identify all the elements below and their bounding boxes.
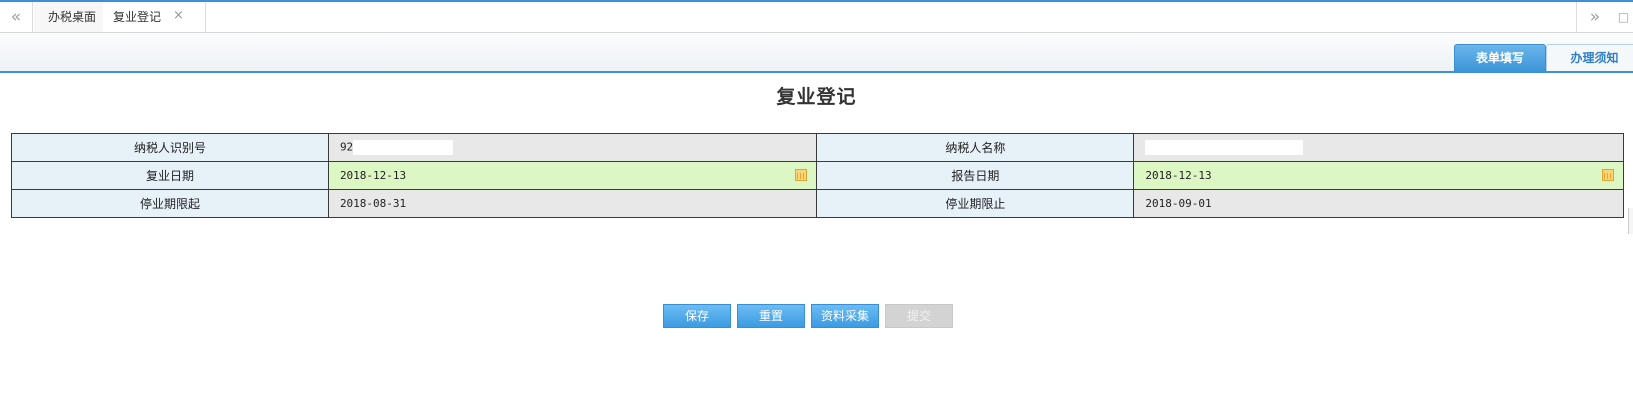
submit-button[interactable]: 提交 [885, 304, 953, 328]
collect-materials-button[interactable]: 资料采集 [811, 304, 879, 328]
tab-resume-registration[interactable]: 复业登记 × [103, 2, 206, 32]
suspension-start-value: 2018-08-31 [339, 197, 407, 210]
resume-date-label: 复业日期 [11, 161, 329, 190]
resume-date-value: 2018-12-13 [339, 169, 407, 182]
tab-bar: « 办税桌面 复业登记 × » □ [0, 2, 1633, 33]
taxpayer-id-value: 92 [339, 140, 354, 154]
resume-date-field[interactable]: 2018-12-13 [327, 161, 818, 190]
tab-form-fill[interactable]: 表单填写 [1454, 44, 1546, 72]
suspension-start-field: 2018-08-31 [327, 189, 818, 218]
scroll-tabs-right-icon[interactable]: » [1576, 2, 1613, 32]
suspension-end-value: 2018-09-01 [1145, 197, 1212, 210]
tab-label: 复业登记 [113, 10, 162, 24]
reset-button[interactable]: 重置 [737, 304, 805, 328]
save-button[interactable]: 保存 [663, 304, 731, 328]
form-panel [0, 71, 1633, 395]
calendar-icon[interactable] [795, 169, 808, 181]
suspension-end-field: 2018-09-01 [1133, 189, 1624, 218]
scroll-tabs-left-icon[interactable]: « [0, 2, 33, 32]
tab-label: 办税桌面 [47, 10, 96, 24]
table-row: 复业日期 2018-12-13 报告日期 2018-12-13 [11, 161, 1624, 190]
action-buttons: 保存 重置 资料采集 提交 [0, 304, 1633, 328]
taxpayer-id-label: 纳税人识别号 [11, 133, 329, 162]
sub-tab-bar [0, 33, 1633, 71]
redacted-block [353, 140, 454, 155]
tab-instructions[interactable]: 办理须知 [1546, 44, 1633, 72]
report-date-field[interactable]: 2018-12-13 [1133, 161, 1624, 190]
suspension-start-label: 停业期限起 [11, 189, 329, 218]
report-date-label: 报告日期 [816, 161, 1135, 190]
scrollbar-stub[interactable] [1628, 208, 1633, 234]
taxpayer-id-field: 92 [327, 133, 818, 162]
window-icon[interactable]: □ [1614, 2, 1633, 32]
suspension-end-label: 停业期限止 [816, 189, 1135, 218]
tab-tax-desktop[interactable]: 办税桌面 [34, 2, 111, 32]
close-icon[interactable]: × [173, 1, 184, 31]
calendar-icon[interactable] [1602, 169, 1614, 181]
table-row: 纳税人识别号 92 纳税人名称 [11, 133, 1624, 162]
page-title: 复业登记 [776, 86, 857, 108]
taxpayer-name-field [1133, 133, 1624, 162]
registration-form-table: 纳税人识别号 92 纳税人名称 复业日期 2018-12-13 报告日期 201… [11, 133, 1624, 218]
report-date-value: 2018-12-13 [1145, 169, 1212, 182]
redacted-block [1145, 140, 1304, 155]
taxpayer-name-label: 纳税人名称 [816, 133, 1135, 162]
table-row: 停业期限起 2018-08-31 停业期限止 2018-09-01 [11, 189, 1624, 218]
